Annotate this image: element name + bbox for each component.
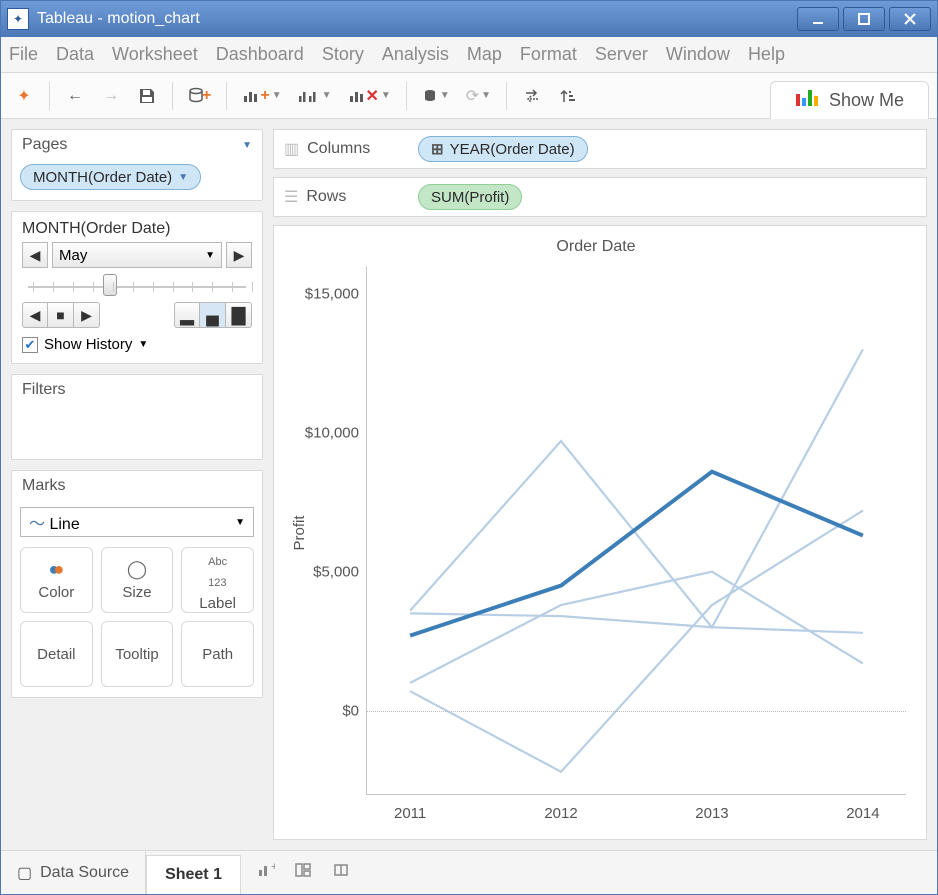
mark-color-button[interactable]: ●●Color	[20, 547, 93, 613]
x-tick-label: 2012	[544, 805, 577, 822]
workspace: Pages ▼ MONTH(Order Date)▼ MONTH(Order D…	[1, 119, 937, 850]
columns-pill[interactable]: ⊞YEAR(Order Date)	[418, 136, 588, 162]
pages-field-label: MONTH(Order Date)	[22, 220, 252, 238]
close-button[interactable]	[889, 7, 931, 31]
mark-size-button[interactable]: ◯Size	[101, 547, 174, 613]
maximize-button[interactable]	[843, 7, 885, 31]
y-tick-label: $10,000	[295, 424, 359, 441]
menu-map[interactable]: Map	[467, 44, 502, 65]
rows-pill[interactable]: SUM(Profit)	[418, 184, 522, 210]
side-panel: Pages ▼ MONTH(Order Date)▼ MONTH(Order D…	[11, 129, 263, 840]
page-slider[interactable]	[24, 276, 250, 298]
sheet-tab[interactable]: Sheet 1	[146, 855, 241, 894]
x-tick-label: 2013	[695, 805, 728, 822]
filters-title: Filters	[22, 381, 66, 399]
page-select[interactable]: May▼	[52, 242, 222, 268]
menu-window[interactable]: Window	[666, 44, 730, 65]
app-window: ✦ Tableau - motion_chart File Data Workshe…	[0, 0, 938, 895]
y-tick-label: $5,000	[295, 563, 359, 580]
menu-file[interactable]: File	[9, 44, 38, 65]
connect-button[interactable]: ▼	[417, 81, 455, 111]
show-me-button[interactable]: Show Me	[770, 81, 929, 119]
dropdown-icon[interactable]: ▼	[242, 140, 252, 151]
next-page-button[interactable]: ▶	[226, 242, 252, 268]
y-tick-label: $0	[295, 702, 359, 719]
new-worksheet-button[interactable]: +▼	[237, 81, 286, 111]
menu-server[interactable]: Server	[595, 44, 648, 65]
series-apr[interactable]	[410, 572, 863, 683]
new-story-icon[interactable]	[333, 862, 351, 883]
marks-card: Marks 〜 Line ▼ ●●Color◯SizeAbc123Label De…	[11, 470, 263, 698]
refresh-button[interactable]: ⟳▼	[461, 81, 496, 111]
new-worksheet-icon[interactable]: +	[257, 862, 275, 883]
duplicate-sheet-button[interactable]: ▼	[293, 81, 337, 111]
menu-help[interactable]: Help	[748, 44, 785, 65]
stop-button[interactable]: ■	[48, 302, 74, 328]
slider-thumb[interactable]	[103, 274, 117, 296]
back-button[interactable]: ←	[60, 81, 90, 111]
show-history-label: Show History	[44, 336, 132, 353]
minimize-button[interactable]	[797, 7, 839, 31]
rows-shelf[interactable]: ☰Rows SUM(Profit)	[273, 177, 927, 217]
clear-sheet-button[interactable]: ✕▼	[343, 81, 396, 111]
data-source-tab[interactable]: ▢ Data Source	[1, 851, 146, 894]
series-feb[interactable]	[410, 511, 863, 772]
mark-path-button[interactable]: Path	[181, 621, 254, 687]
pages-pill[interactable]: MONTH(Order Date)▼	[20, 164, 201, 190]
filters-shelf: Filters	[11, 374, 263, 460]
datasource-button[interactable]: +	[183, 81, 216, 111]
mark-tooltip-button[interactable]: Tooltip	[101, 621, 174, 687]
bar-chart-icon	[795, 90, 819, 111]
mark-detail-button[interactable]: Detail	[20, 621, 93, 687]
series-mar[interactable]	[410, 349, 863, 627]
pages-shelf: Pages ▼ MONTH(Order Date)▼	[11, 129, 263, 201]
columns-shelf[interactable]: ▥Columns ⊞YEAR(Order Date)	[273, 129, 927, 169]
visualization[interactable]: Order Date Profit $0$5,000$10,000$15,000…	[273, 225, 927, 840]
menu-data[interactable]: Data	[56, 44, 94, 65]
tableau-app-icon: ✦	[7, 8, 29, 30]
marks-title: Marks	[22, 477, 66, 495]
menu-analysis[interactable]: Analysis	[382, 44, 449, 65]
window-title: Tableau - motion_chart	[37, 10, 797, 28]
rows-icon: ☰	[284, 187, 298, 207]
show-history-checkbox[interactable]: ✔	[22, 337, 38, 353]
skip-back-button[interactable]: ◀	[22, 302, 48, 328]
y-axis-label: Profit	[291, 515, 308, 550]
tableau-logo-icon[interactable]: ✦	[9, 81, 39, 111]
swap-button[interactable]	[517, 81, 547, 111]
menu-format[interactable]: Format	[520, 44, 577, 65]
prev-page-button[interactable]: ◀	[22, 242, 48, 268]
dropdown-icon[interactable]: ▼	[138, 339, 148, 350]
chart-title: Order Date	[282, 238, 910, 256]
menu-story[interactable]: Story	[322, 44, 364, 65]
menu-dashboard[interactable]: Dashboard	[216, 44, 304, 65]
x-tick-label: 2014	[846, 805, 879, 822]
speed-slow-button[interactable]: ▂	[174, 302, 200, 328]
title-bar: ✦ Tableau - motion_chart	[1, 1, 937, 37]
menu-worksheet[interactable]: Worksheet	[112, 44, 198, 65]
y-tick-label: $15,000	[295, 285, 359, 302]
svg-text:+: +	[271, 862, 275, 873]
columns-icon: ▥	[284, 139, 299, 159]
mark-type-select[interactable]: 〜 Line ▼	[20, 507, 254, 537]
speed-fast-button[interactable]: ▇	[226, 302, 252, 328]
datasource-icon: ▢	[17, 863, 32, 883]
pages-control: MONTH(Order Date) ◀ May▼ ▶ ◀ ■ ▶	[11, 211, 263, 364]
sort-asc-button[interactable]	[553, 81, 583, 111]
skip-forward-button[interactable]: ▶	[74, 302, 100, 328]
speed-med-button[interactable]: ▄	[200, 302, 226, 328]
view-area: ▥Columns ⊞YEAR(Order Date) ☰Rows SUM(Pro…	[273, 129, 927, 840]
x-tick-label: 2011	[394, 805, 426, 822]
menu-bar: File Data Worksheet Dashboard Story Analysis M…	[1, 37, 937, 73]
pages-title: Pages	[22, 136, 67, 154]
show-me-label: Show Me	[829, 90, 904, 111]
sheet-tabs-bar: ▢ Data Source Sheet 1 +	[1, 850, 937, 894]
mark-label-button[interactable]: Abc123Label	[181, 547, 254, 613]
plot-area: $0$5,000$10,000$15,0002011201220132014	[366, 266, 906, 795]
forward-button[interactable]: →	[96, 81, 126, 111]
save-button[interactable]	[132, 81, 162, 111]
new-dashboard-icon[interactable]	[295, 862, 313, 883]
toolbar: ✦ ← → + +▼ ▼ ✕▼ ▼ ⟳▼ Show Me	[1, 73, 937, 119]
